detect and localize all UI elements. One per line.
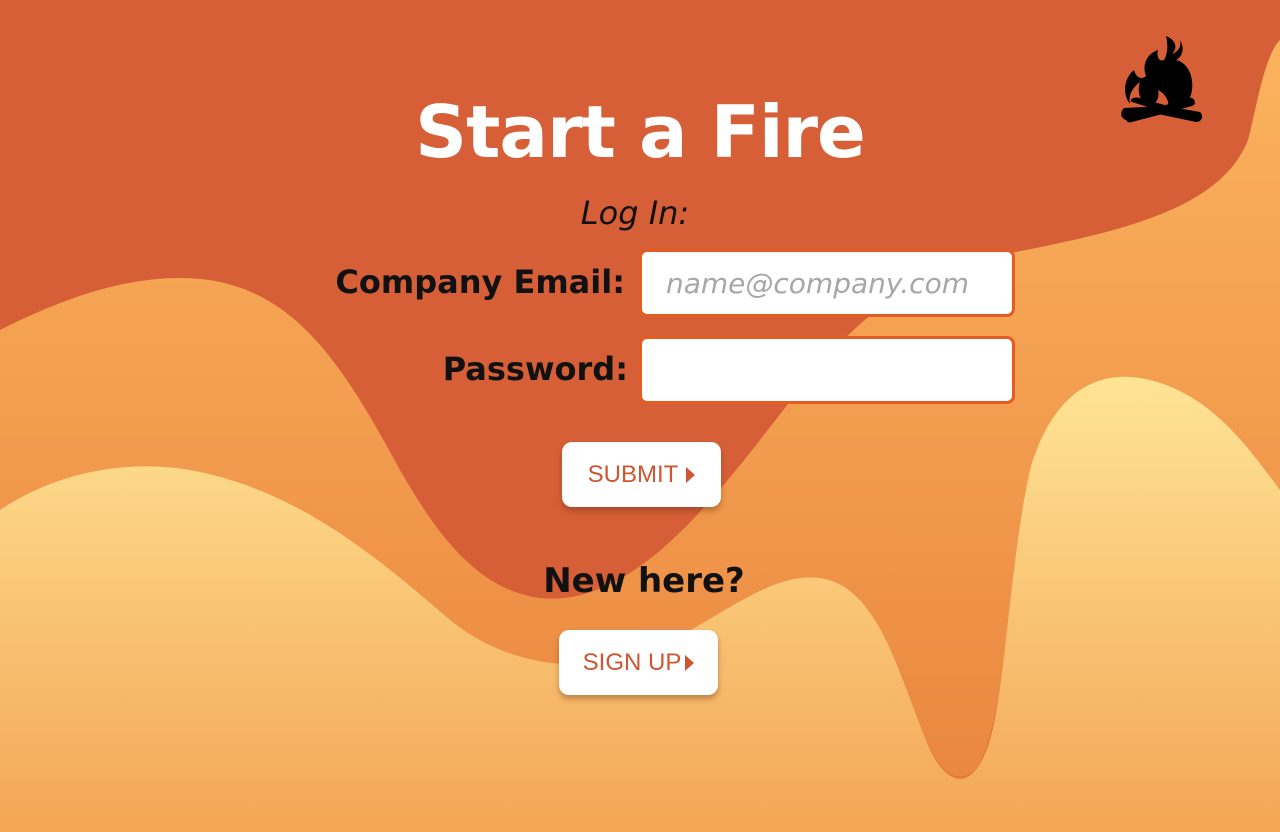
login-page: Start a Fire Log In: Company Email: Pass… [0,0,1280,832]
password-label: Password: [442,350,628,388]
caret-right-icon [686,466,696,483]
login-heading: Log In: [580,194,690,232]
new-here-prompt: New here? [543,561,745,601]
sign-up-button[interactable]: SIGN UP [559,630,718,695]
email-field[interactable] [639,249,1015,317]
page-title: Start a Fire [415,90,866,174]
submit-button[interactable]: SUBMIT [562,442,721,507]
submit-button-label: SUBMIT [587,460,679,488]
caret-right-icon [685,654,695,671]
email-label: Company Email: [335,263,625,301]
password-field[interactable] [639,336,1015,404]
sign-up-button-label: SIGN UP [582,648,682,676]
